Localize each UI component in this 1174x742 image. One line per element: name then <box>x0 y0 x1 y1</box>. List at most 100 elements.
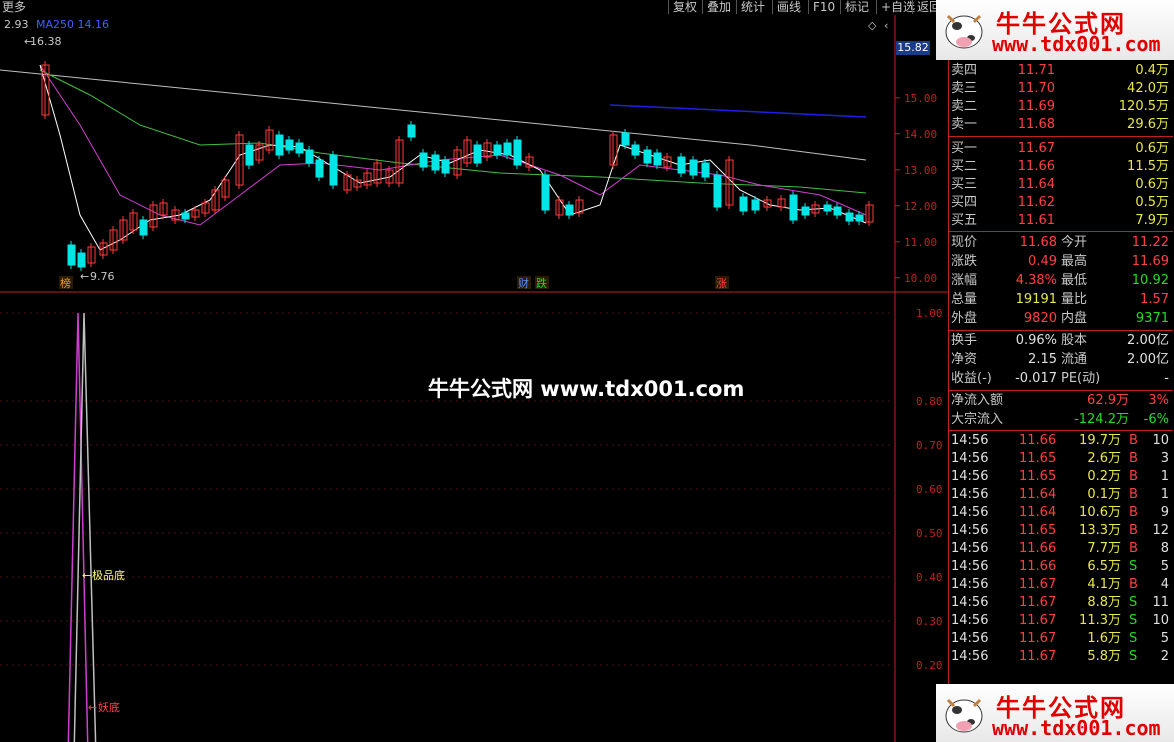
arrow-icon: ← <box>82 569 91 582</box>
order-book-row[interactable]: 卖四 11.71 0.4万 <box>949 62 1173 80</box>
tick-time: 14:56 <box>951 595 989 610</box>
order-book-row[interactable]: 买一 11.67 0.6万 <box>949 140 1173 158</box>
candle-body <box>565 204 574 216</box>
candle-body <box>245 144 254 166</box>
tick-row: 14:56 11.66 6.5万 S 5 <box>949 558 1173 576</box>
candle-body <box>751 199 760 211</box>
stat-label: 净资 <box>951 352 978 367</box>
tick-side: B <box>1129 541 1138 556</box>
stat-value: 2.00亿 <box>1127 333 1169 348</box>
tick-count: 4 <box>1160 577 1169 592</box>
tick-price: 11.65 <box>1019 523 1057 538</box>
book-label: 卖二 <box>951 99 978 114</box>
candle-body <box>845 212 854 222</box>
candle-body <box>653 152 662 166</box>
more-menu[interactable]: 更多 <box>2 0 26 14</box>
order-book-row[interactable]: 卖二 11.69 120.5万 <box>949 98 1173 116</box>
tick-count: 10 <box>1152 613 1169 628</box>
stat-label: 收益(-) <box>951 371 992 386</box>
sub-y-tick-label: 0.30 <box>916 615 943 628</box>
order-book-row[interactable]: 买四 11.62 0.5万 <box>949 194 1173 212</box>
tick-count: 8 <box>1160 541 1169 556</box>
order-book-row[interactable]: 买二 11.66 11.5万 <box>949 158 1173 176</box>
tick-volume: 2.6万 <box>1087 451 1121 466</box>
low-arrow-icon: ← <box>80 270 89 283</box>
book-price: 11.67 <box>1017 141 1055 156</box>
candle-body <box>77 252 86 268</box>
banner-url: www.tdx001.com <box>992 716 1161 740</box>
sub-label-bottom: 妖底 <box>98 700 120 714</box>
tick-volume: 7.7万 <box>1087 541 1121 556</box>
book-price: 11.69 <box>1017 99 1055 114</box>
tick-side: S <box>1129 631 1138 646</box>
book-label: 卖三 <box>951 81 978 96</box>
book-price: 11.68 <box>1017 117 1055 132</box>
high-marker: 16.38 <box>30 35 62 48</box>
tick-time: 14:56 <box>951 469 989 484</box>
tick-side: S <box>1129 649 1138 664</box>
ma20-line <box>39 69 867 194</box>
ma5-line <box>39 64 867 251</box>
tick-side: B <box>1129 433 1138 448</box>
book-price: 11.66 <box>1017 159 1055 174</box>
tick-volume: 19.7万 <box>1079 433 1121 448</box>
order-book-row[interactable]: 卖一 11.68 29.6万 <box>949 116 1173 134</box>
stat-value: 2.00亿 <box>1127 352 1169 367</box>
stat-row: 收益(-) -0.017 PE(动) - <box>949 370 1173 388</box>
stat-value: -0.017 <box>1015 371 1057 386</box>
candle-body <box>689 159 698 176</box>
sub-y-tick-label: 0.40 <box>916 571 943 584</box>
stat-label: 最高 <box>1061 254 1088 269</box>
quote-panel: 卖四 11.71 0.4万 卖三 11.70 42.0万 卖二 11.69 120.5万 卖一 11… <box>948 60 1174 742</box>
cow-logo-icon <box>945 698 983 733</box>
stat-value: - <box>1164 371 1169 386</box>
stat-row: 外盘 9820 内盘 9371 <box>949 310 1173 328</box>
toolbar-button-0[interactable]: 复权 <box>668 0 701 14</box>
tick-price: 11.64 <box>1019 487 1057 502</box>
price-tag: 15.82 <box>896 41 930 55</box>
tick-row: 14:56 11.64 0.1万 B 1 <box>949 486 1173 504</box>
tick-side: B <box>1129 523 1138 538</box>
arrow-icon: ← <box>88 701 97 714</box>
candle-body <box>315 159 324 178</box>
order-book-row[interactable]: 买五 11.61 7.9万 <box>949 212 1173 230</box>
toolbar-button-5[interactable]: 标记 <box>840 0 873 14</box>
book-volume: 7.9万 <box>1135 213 1169 228</box>
stat-row: 总量 19191 量比 1.57 <box>949 291 1173 309</box>
tick-row: 14:56 11.65 2.6万 B 3 <box>949 450 1173 468</box>
tick-side: B <box>1129 577 1138 592</box>
collapse-icon[interactable]: ‹ <box>884 19 888 32</box>
sub-y-tick-label: 0.50 <box>916 527 943 540</box>
candle-body <box>67 244 76 266</box>
toolbar-button-4[interactable]: F10 <box>808 0 839 14</box>
divider <box>949 430 1173 431</box>
book-label: 买一 <box>951 141 978 156</box>
order-book-row[interactable]: 买三 11.64 0.6万 <box>949 176 1173 194</box>
toolbar-button-3[interactable]: 画线 <box>772 0 805 14</box>
diamond-icon[interactable]: ◇ <box>868 19 876 32</box>
candle-body <box>407 124 416 138</box>
event-tag: 财 <box>518 276 529 290</box>
tick-volume: 6.5万 <box>1087 559 1121 574</box>
ma250-value: 14.16 <box>77 18 110 31</box>
kline-chart[interactable]: 15.00 14.00 13.00 12.00 11.00 10.00 1.00 0.80 0.… <box>0 15 948 742</box>
tick-row: 14:56 11.66 7.7万 B 8 <box>949 540 1173 558</box>
toolbar-button-1[interactable]: 叠加 <box>702 0 735 14</box>
toolbar-button-2[interactable]: 统计 <box>736 0 769 14</box>
stat-label: 最低 <box>1061 273 1088 288</box>
tick-volume: 10.6万 <box>1079 505 1121 520</box>
flow-label: 大宗流入 <box>951 412 1004 427</box>
candle-body <box>275 134 284 156</box>
tick-row: 14:56 11.65 0.2万 B 1 <box>949 468 1173 486</box>
tick-volume: 13.3万 <box>1079 523 1121 538</box>
indicator-value: 2.93 <box>4 18 29 31</box>
flow-pct: 3% <box>1148 393 1169 408</box>
stat-row: 现价 11.68 今开 11.22 <box>949 234 1173 252</box>
tick-time: 14:56 <box>951 631 989 646</box>
candle-body <box>631 144 640 156</box>
tick-row: 14:56 11.67 4.1万 B 4 <box>949 576 1173 594</box>
tick-price: 11.67 <box>1019 631 1057 646</box>
book-price: 11.61 <box>1017 213 1055 228</box>
tick-side: B <box>1129 505 1138 520</box>
order-book-row[interactable]: 卖三 11.70 42.0万 <box>949 80 1173 98</box>
